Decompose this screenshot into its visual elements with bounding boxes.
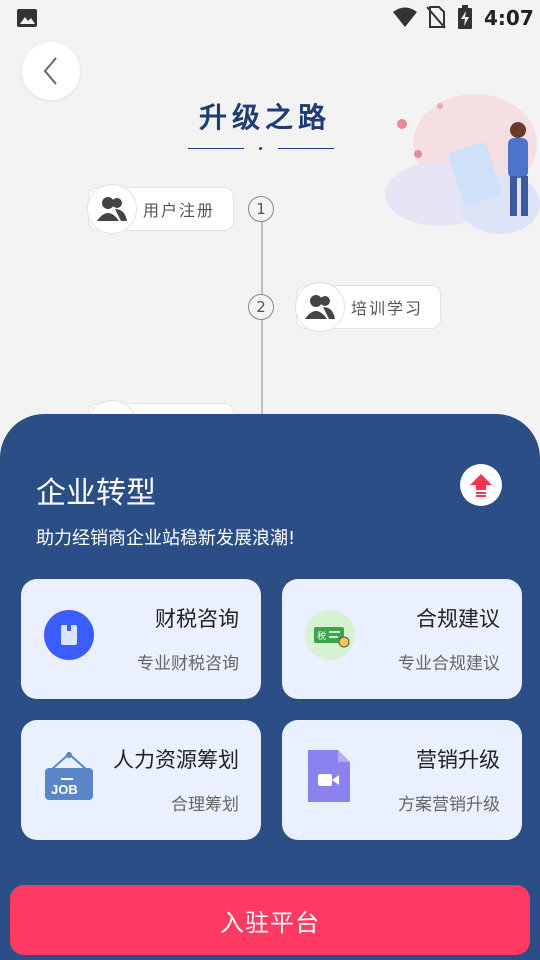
step-label: 培训学习 (351, 299, 424, 318)
step-number-1: 1 (248, 196, 274, 222)
card-title: 人力资源筹划 (113, 748, 239, 772)
illustration-image (385, 94, 540, 234)
step-training[interactable]: 培训学习 (295, 282, 441, 332)
timeline-line (261, 222, 263, 422)
svg-text:税: 税 (317, 630, 326, 641)
tax-card-icon: 税 (305, 610, 355, 660)
step-number-2: 2 (248, 294, 274, 320)
enterprise-transformation-panel: 企业转型 助力经销商企业站稳新发展浪潮! 财税咨询 专业财税咨询 税 合规建议 … (0, 414, 540, 960)
panel-subtitle: 助力经销商企业站稳新发展浪潮! (36, 528, 296, 549)
step-label: 用户注册 (143, 201, 216, 220)
back-button[interactable] (22, 42, 80, 100)
video-file-icon (308, 750, 350, 802)
card-title: 合规建议 (416, 607, 500, 631)
users-icon (295, 282, 345, 332)
rocket-icon (470, 474, 492, 497)
card-compliance[interactable]: 税 合规建议 专业合规建议 (282, 579, 522, 699)
title-divider (188, 147, 334, 150)
no-sim-icon (426, 6, 446, 29)
panel-title: 企业转型 (36, 476, 156, 511)
finance-box-icon (44, 610, 94, 660)
card-finance-tax[interactable]: 财税咨询 专业财税咨询 (21, 579, 261, 699)
job-sign-icon: JOB (45, 752, 93, 800)
card-subtitle: 合理筹划 (171, 795, 239, 815)
chevron-left-icon (43, 57, 57, 85)
card-subtitle: 专业财税咨询 (137, 654, 239, 674)
card-subtitle: 专业合规建议 (398, 654, 500, 674)
rocket-button[interactable] (460, 464, 502, 506)
battery-charging-icon (458, 5, 472, 29)
clock: 4:07 (484, 6, 534, 30)
card-marketing[interactable]: 营销升级 方案营销升级 (282, 720, 522, 840)
step-user-register[interactable]: 用户注册 (87, 184, 234, 234)
join-platform-button[interactable]: 入驻平台 (10, 885, 530, 955)
status-bar: 4:07 (0, 0, 540, 36)
wifi-icon (393, 7, 417, 27)
card-title: 营销升级 (416, 748, 500, 772)
svg-text:JOB: JOB (51, 782, 78, 797)
card-subtitle: 方案营销升级 (398, 795, 500, 815)
users-icon (87, 184, 137, 234)
gallery-icon (17, 9, 37, 27)
card-title: 财税咨询 (155, 607, 239, 631)
card-hr-planning[interactable]: JOB 人力资源筹划 合理筹划 (21, 720, 261, 840)
